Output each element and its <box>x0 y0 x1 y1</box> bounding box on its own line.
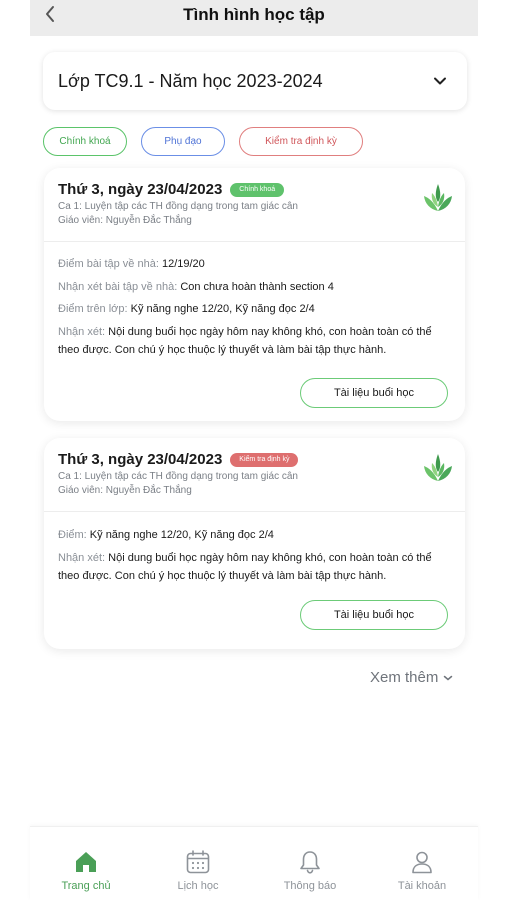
lesson-title: Ca 1: Luyện tập các TH đồng dạng trong t… <box>58 471 298 482</box>
class-select-value: Lớp TC9.1 - Năm học 2023-2024 <box>58 70 323 91</box>
homework-score: Điểm bài tập về nhà: 12/19/20 <box>58 258 205 270</box>
bottom-tab-bar: Trang chủ Lịch học Thông báo Tài khoản <box>30 826 478 900</box>
lesson-title: Ca 1: Luyện tập các TH đồng dạng trong t… <box>58 201 298 212</box>
school-logo-icon <box>424 454 452 481</box>
calendar-icon <box>186 850 210 874</box>
school-logo-icon <box>424 184 452 211</box>
tab-schedule[interactable]: Lịch học <box>142 827 254 900</box>
tab-account-label: Tài khoản <box>397 880 447 892</box>
filter-chinh-khoa[interactable]: Chính khoá <box>43 127 127 156</box>
home-icon <box>76 852 96 872</box>
filter-kiem-tra-dinh-ky[interactable]: Kiểm tra định kỳ <box>239 127 363 156</box>
lesson-teacher: Giáo viên: Nguyễn Đắc Thắng <box>58 215 192 226</box>
class-score: Điểm trên lớp: Kỹ năng nghe 12/20, Kỹ nă… <box>58 303 315 315</box>
see-more-link[interactable]: Xem thêm <box>370 669 454 686</box>
test-score: Điểm: Kỹ năng nghe 12/20, Kỹ năng đọc 2/… <box>58 529 274 541</box>
lesson-card-header: Thứ 3, ngày 23/04/2023 Kiểm tra định kỳ … <box>44 438 465 512</box>
lesson-materials-button[interactable]: Tài liệu buổi học <box>300 378 448 408</box>
class-select-dropdown[interactable]: Lớp TC9.1 - Năm học 2023-2024 <box>43 52 467 110</box>
lesson-date: Thứ 3, ngày 23/04/2023 <box>58 451 223 468</box>
lesson-type-badge: Kiểm tra định kỳ <box>230 452 299 467</box>
page-title: Tình hình học tập <box>183 5 325 24</box>
lesson-card: Thứ 3, ngày 23/04/2023 Chính khoá Ca 1: … <box>44 168 465 421</box>
lesson-date: Thứ 3, ngày 23/04/2023 <box>58 181 223 198</box>
tab-notifications[interactable]: Thông báo <box>254 827 366 900</box>
tab-account[interactable]: Tài khoản <box>366 827 478 900</box>
lesson-card: Thứ 3, ngày 23/04/2023 Kiểm tra định kỳ … <box>44 438 465 649</box>
top-bar: Tình hình học tập <box>30 0 478 36</box>
lesson-teacher: Giáo viên: Nguyễn Đắc Thắng <box>58 485 192 496</box>
tab-schedule-label: Lịch học <box>177 880 219 892</box>
tab-home-label: Trang chủ <box>61 880 111 892</box>
teacher-comment: Nhận xét: Nội dung buổi học ngày hôm nay… <box>58 325 432 356</box>
tab-notifications-label: Thông báo <box>283 880 337 892</box>
filter-phu-dao[interactable]: Phụ đạo <box>141 127 225 156</box>
homework-comment: Nhận xét bài tập về nhà: Con chưa hoàn t… <box>58 280 334 293</box>
chevron-down-icon <box>444 675 453 680</box>
bell-icon <box>300 851 320 874</box>
chevron-down-icon <box>434 77 446 85</box>
lesson-card-header: Thứ 3, ngày 23/04/2023 Chính khoá Ca 1: … <box>44 168 465 242</box>
lesson-materials-button[interactable]: Tài liệu buổi học <box>300 600 448 630</box>
see-more-label: Xem thêm <box>370 669 439 686</box>
user-icon <box>412 851 432 874</box>
lesson-type-badge: Chính khoá <box>230 182 285 197</box>
teacher-comment: Nhận xét: Nội dung buổi học ngày hôm nay… <box>58 551 432 582</box>
tab-home[interactable]: Trang chủ <box>30 827 142 900</box>
